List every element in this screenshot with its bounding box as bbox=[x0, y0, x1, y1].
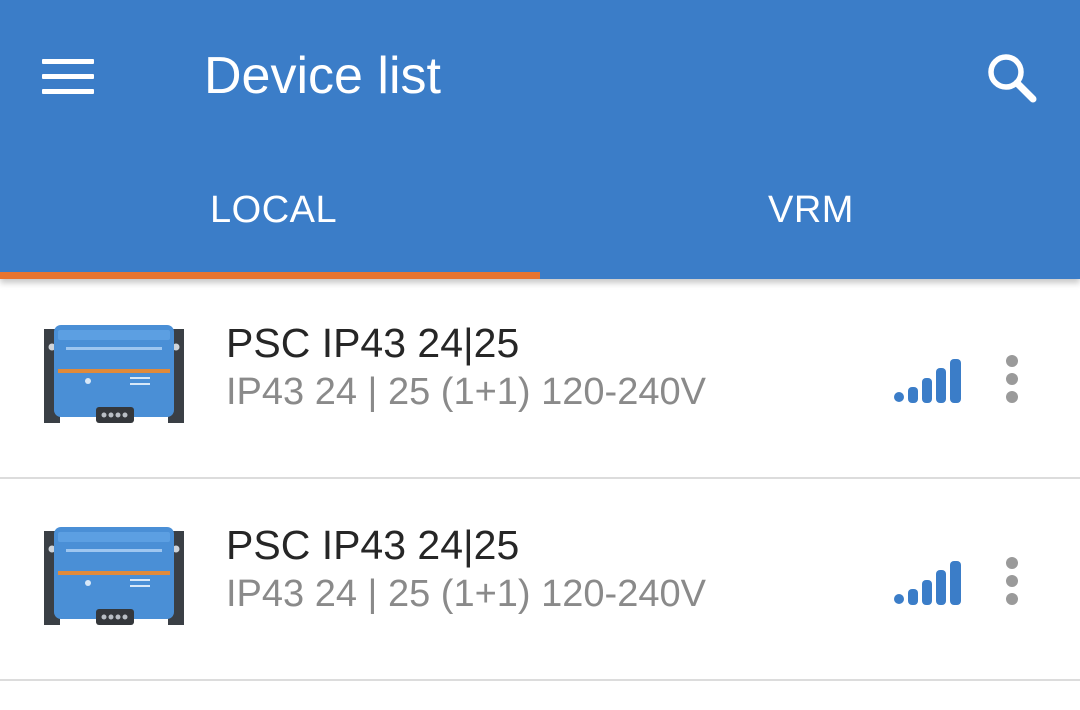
device-list-screen: Device list LOCAL VRM PSC IP43 24|25 IP4… bbox=[0, 0, 1080, 710]
search-icon bbox=[988, 54, 1037, 103]
more-options-button[interactable] bbox=[990, 551, 1034, 611]
charger-device-image bbox=[44, 325, 184, 423]
tab-vrm-label: VRM bbox=[768, 189, 854, 231]
charger-device-image bbox=[44, 527, 184, 625]
more-options-button[interactable] bbox=[990, 349, 1034, 409]
device-row[interactable]: PSC IP43 24|25 IP43 24 | 25 (1+1) 120-24… bbox=[0, 481, 1080, 681]
row-divider bbox=[0, 679, 1080, 681]
menu-button[interactable] bbox=[28, 44, 106, 108]
tab-bar: LOCAL VRM bbox=[0, 150, 1080, 279]
row-divider bbox=[0, 477, 1080, 479]
device-list: PSC IP43 24|25 IP43 24 | 25 (1+1) 120-24… bbox=[0, 279, 1080, 710]
device-description: IP43 24 | 25 (1+1) 120-240V bbox=[226, 371, 706, 413]
tab-local-label: LOCAL bbox=[210, 189, 338, 231]
signal-strength-icon bbox=[894, 561, 961, 605]
tab-local[interactable]: LOCAL bbox=[0, 150, 540, 275]
page-title: Device list bbox=[204, 47, 441, 105]
device-name: PSC IP43 24|25 bbox=[226, 522, 520, 568]
device-name: PSC IP43 24|25 bbox=[226, 320, 520, 366]
search-button[interactable] bbox=[975, 44, 1051, 108]
more-vertical-icon bbox=[1006, 557, 1018, 605]
tab-selected-indicator bbox=[0, 272, 540, 279]
device-row[interactable]: PSC IP43 24|25 IP43 24 | 25 (1+1) 120-24… bbox=[0, 279, 1080, 479]
signal-strength-icon bbox=[894, 359, 961, 403]
more-vertical-icon bbox=[1006, 355, 1018, 403]
tab-vrm[interactable]: VRM bbox=[540, 150, 1080, 275]
device-description: IP43 24 | 25 (1+1) 120-240V bbox=[226, 573, 706, 615]
app-bar: Device list LOCAL VRM bbox=[0, 0, 1080, 279]
